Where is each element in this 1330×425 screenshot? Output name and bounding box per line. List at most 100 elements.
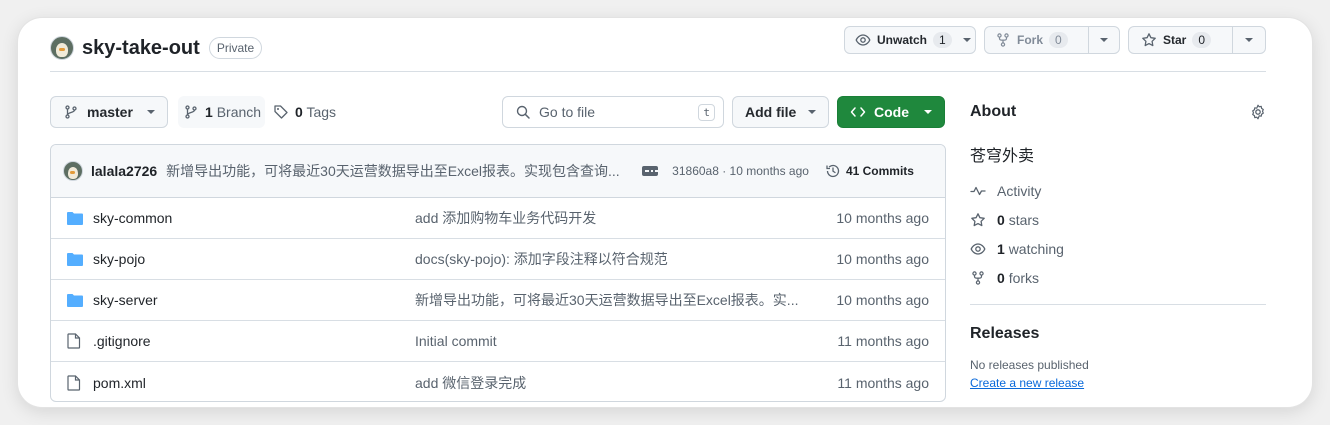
fork-icon — [995, 32, 1011, 48]
no-releases-text: No releases published — [970, 358, 1089, 372]
table-row[interactable]: sky-common add 添加购物车业务代码开发 10 months ago — [51, 198, 945, 239]
stars-label: stars — [1008, 211, 1040, 228]
go-to-file-input[interactable]: Go to file t — [502, 96, 724, 128]
file-name[interactable]: sky-common — [93, 210, 415, 226]
watch-counter: 1 — [933, 32, 952, 48]
star-dropdown[interactable] — [1231, 27, 1265, 53]
star-main[interactable]: Star 0 — [1129, 27, 1232, 53]
commit-message[interactable]: 新增导出功能，可将最近30天运营数据导出至Excel报表。实现包含查询... — [166, 161, 622, 181]
tag-count: 0 — [295, 104, 303, 120]
file-commit-message[interactable]: add 微信登录完成 — [415, 373, 807, 393]
star-icon — [1141, 32, 1157, 48]
releases-title[interactable]: Releases — [970, 325, 1266, 343]
stars-count: 0 — [997, 211, 1005, 228]
eye-icon — [970, 241, 986, 257]
about-sidebar: About 苍穹外卖 Activity 0 stars 1 watching 0… — [970, 96, 1266, 390]
create-release-link[interactable]: Create a new release — [970, 376, 1084, 390]
go-to-file-placeholder: Go to file — [539, 104, 596, 120]
star-icon — [970, 212, 986, 228]
about-title: About — [970, 103, 1017, 120]
branch-name: master — [87, 104, 133, 120]
file-commit-message[interactable]: docs(sky-pojo): 添加字段注释以符合规范 — [415, 249, 807, 269]
add-file-label: Add file — [745, 104, 797, 120]
file-commit-message[interactable]: Initial commit — [415, 333, 807, 349]
browser-window: sky-take-out Private Unwatch 1 Fork 0 St… — [18, 18, 1312, 407]
unwatch-dropdown[interactable] — [960, 27, 975, 53]
code-icon — [850, 104, 866, 120]
commits-count: 41 Commits — [845, 164, 914, 178]
star-counter: 0 — [1192, 32, 1212, 48]
commits-history-link[interactable]: 41 Commits — [825, 163, 914, 179]
fork-button[interactable]: Fork 0 — [984, 26, 1120, 54]
forks-link[interactable]: 0 forks — [970, 263, 1266, 292]
file-commit-date: 11 months ago — [837, 333, 929, 349]
file-name[interactable]: sky-pojo — [93, 251, 415, 267]
unwatch-label: Unwatch — [877, 33, 928, 47]
repo-header: sky-take-out Private Unwatch 1 Fork 0 St… — [50, 26, 1266, 70]
watching-link[interactable]: 1 watching — [970, 234, 1266, 263]
file-commit-message[interactable]: 新增导出功能，可将最近30天运营数据导出至Excel报表。实... — [415, 290, 807, 310]
tags-link[interactable]: 0 Tags — [273, 96, 336, 128]
table-row[interactable]: pom.xml add 微信登录完成 11 months ago — [51, 362, 945, 401]
file-commit-date: 10 months ago — [836, 210, 929, 226]
commit-author-avatar[interactable] — [63, 161, 83, 181]
file-commit-message[interactable]: add 添加购物车业务代码开发 — [415, 208, 807, 228]
file-commit-date: 11 months ago — [837, 374, 929, 391]
fork-main[interactable]: Fork 0 — [985, 27, 1088, 53]
code-button[interactable]: Code — [837, 96, 945, 128]
chevron-down-icon — [963, 38, 972, 42]
table-row[interactable]: sky-server 新增导出功能，可将最近30天运营数据导出至Excel报表。… — [51, 280, 945, 321]
gear-icon[interactable] — [1250, 104, 1266, 120]
expand-message-icon[interactable] — [642, 166, 660, 176]
chevron-down-icon — [1244, 38, 1253, 42]
file-commit-date: 10 months ago — [836, 251, 929, 267]
chevron-down-icon — [147, 110, 155, 114]
unwatch-button[interactable]: Unwatch 1 — [844, 26, 976, 54]
pulse-icon — [970, 183, 986, 199]
watching-label: watching — [1008, 240, 1064, 257]
tag-icon — [273, 104, 289, 120]
git-branch-icon — [183, 104, 199, 120]
code-label: Code — [874, 104, 909, 120]
unwatch-main[interactable]: Unwatch 1 — [845, 27, 960, 53]
branch-select-button[interactable]: master — [50, 96, 168, 128]
branch-count: 1 — [205, 104, 213, 120]
file-name[interactable]: pom.xml — [93, 375, 415, 391]
eye-icon — [855, 32, 871, 48]
chevron-down-icon — [808, 110, 816, 114]
repo-description: 苍穹外卖 — [970, 148, 1035, 165]
repo-name[interactable]: sky-take-out — [82, 37, 200, 60]
header-divider — [50, 71, 1266, 72]
git-branch-icon — [63, 104, 79, 120]
file-commit-date: 10 months ago — [836, 292, 929, 308]
star-label: Star — [1163, 33, 1187, 47]
table-row[interactable]: sky-pojo docs(sky-pojo): 添加字段注释以符合规范 10 … — [51, 239, 945, 280]
file-name[interactable]: sky-server — [93, 292, 415, 308]
fork-label: Fork — [1017, 33, 1044, 47]
table-row[interactable]: .gitignore Initial commit 11 months ago — [51, 321, 945, 362]
search-icon — [515, 104, 531, 120]
file-icon — [67, 333, 83, 349]
chevron-down-icon — [924, 110, 932, 114]
add-file-button[interactable]: Add file — [732, 96, 829, 128]
commit-meta[interactable]: 31860a8 · 10 months ago — [672, 164, 809, 178]
branches-link[interactable]: 1 Branch — [178, 96, 266, 128]
activity-link[interactable]: Activity — [970, 176, 1266, 205]
owner-avatar[interactable] — [50, 36, 74, 60]
file-table: lalala2726 新增导出功能，可将最近30天运营数据导出至Excel报表。… — [50, 144, 946, 402]
repo-stats: Activity 0 stars 1 watching 0 forks — [970, 176, 1266, 292]
keyboard-shortcut-hint: t — [698, 103, 715, 121]
folder-icon — [67, 211, 83, 225]
watching-count: 1 — [997, 240, 1005, 257]
stars-link[interactable]: 0 stars — [970, 205, 1266, 234]
fork-dropdown[interactable] — [1087, 27, 1119, 53]
commit-author[interactable]: lalala2726 — [91, 163, 157, 179]
file-name[interactable]: .gitignore — [93, 333, 415, 349]
forks-label: forks — [1008, 269, 1040, 286]
code-toolbar: master 1 Branch 0 Tags Go to file t Add … — [50, 96, 946, 128]
visibility-badge: Private — [208, 37, 263, 59]
file-icon — [67, 374, 83, 391]
forks-count: 0 — [997, 269, 1005, 286]
repo-actions: Unwatch 1 Fork 0 Star 0 — [844, 26, 1266, 54]
star-button[interactable]: Star 0 — [1128, 26, 1266, 54]
